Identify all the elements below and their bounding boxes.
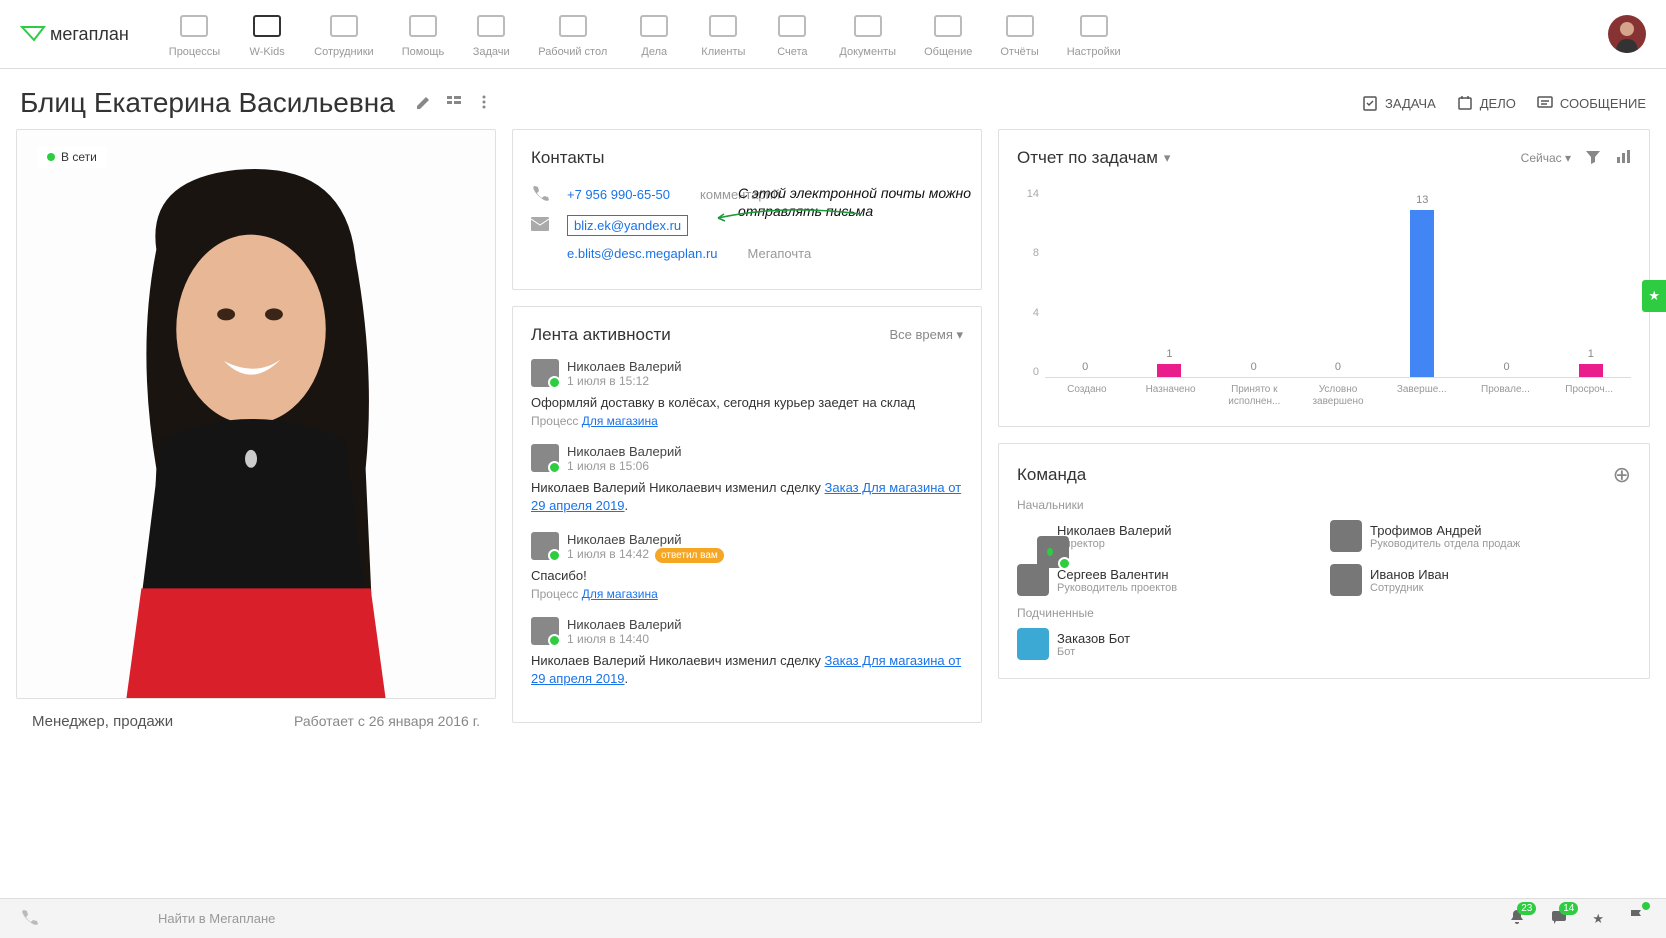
nav-Сотрудники[interactable]: Сотрудники xyxy=(314,10,374,58)
phone-icon[interactable] xyxy=(20,908,38,929)
more-icon[interactable] xyxy=(475,93,493,114)
mail-icon xyxy=(531,217,553,234)
nav-Клиенты[interactable]: Клиенты xyxy=(701,10,745,58)
action-deal[interactable]: ДЕЛО xyxy=(1456,94,1516,112)
team-member[interactable]: Трофимов АндрейРуководитель отдела прода… xyxy=(1330,520,1631,552)
team-section-bosses: Начальники xyxy=(1017,498,1631,512)
contacts-card: Контакты +7 956 990-65-50 комментарий bl… xyxy=(512,129,982,290)
chat-icon[interactable]: 14 xyxy=(1550,908,1568,929)
edit-icon[interactable] xyxy=(415,93,433,114)
bell-icon[interactable]: 23 xyxy=(1508,908,1526,929)
role-row: Менеджер, продажи Работает с 26 января 2… xyxy=(16,699,496,744)
report-period[interactable]: Сейчас ▾ xyxy=(1521,151,1571,165)
team-member[interactable]: Заказов БотБот xyxy=(1017,628,1318,660)
add-member-icon[interactable]: ⊕ xyxy=(1613,462,1631,488)
activity-item: Николаев Валерий1 июля в 15:06Николаев В… xyxy=(531,444,963,515)
nav-Счета[interactable]: Счета xyxy=(773,10,811,58)
nav-Задачи[interactable]: Задачи xyxy=(472,10,510,58)
nav-Дела[interactable]: Дела xyxy=(635,10,673,58)
phone-icon xyxy=(531,184,553,205)
report-title: Отчет по задачам xyxy=(1017,148,1158,168)
flag-icon[interactable] xyxy=(1628,908,1646,929)
email-secondary[interactable]: e.blits@desc.megaplan.ru xyxy=(567,246,718,261)
team-member[interactable]: Николаев ВалерийДиректор xyxy=(1017,520,1318,552)
report-card: Отчет по задачам ▾ Сейчас ▾ 14840 010013… xyxy=(998,129,1650,427)
work-since: Работает с 26 января 2016 г. xyxy=(294,713,480,730)
activity-card: Лента активности Все время ▾ Николаев Ва… xyxy=(512,306,982,723)
avatar[interactable] xyxy=(531,359,559,387)
email2-note: Мегапочта xyxy=(748,246,812,261)
activity-item: Николаев Валерий1 июля в 15:12Оформляй д… xyxy=(531,359,963,428)
feedback-tab[interactable]: ★ xyxy=(1642,280,1666,312)
avatar[interactable] xyxy=(531,532,559,560)
phone-value[interactable]: +7 956 990-65-50 xyxy=(567,187,670,202)
nav-Помощь[interactable]: Помощь xyxy=(402,10,445,58)
activity-filter[interactable]: Все время ▾ xyxy=(890,327,964,343)
avatar[interactable] xyxy=(531,444,559,472)
profile-card: В сети xyxy=(16,129,496,699)
nav-W-Kids[interactable]: W-Kids xyxy=(248,10,286,58)
email-primary[interactable]: bliz.ek@yandex.ru xyxy=(574,218,681,233)
chart-icon[interactable] xyxy=(1615,149,1631,168)
layout-icon[interactable] xyxy=(445,93,463,114)
contacts-title: Контакты xyxy=(531,148,963,168)
nav-Процессы[interactable]: Процессы xyxy=(169,10,220,58)
search-input[interactable]: Найти в Мегаплане xyxy=(158,911,558,926)
nav-Документы[interactable]: Документы xyxy=(839,10,896,58)
team-card: Команда ⊕ Начальники Николаев ВалерийДир… xyxy=(998,443,1650,679)
action-task[interactable]: ЗАДАЧА xyxy=(1361,94,1436,112)
star-icon[interactable]: ★ xyxy=(1592,911,1604,927)
activity-item: Николаев Валерий1 июля в 14:42ответил ва… xyxy=(531,532,963,601)
nav-Рабочий стол[interactable]: Рабочий стол xyxy=(538,10,607,58)
nav-Отчёты[interactable]: Отчёты xyxy=(1000,10,1038,58)
profile-photo xyxy=(17,130,495,698)
logo[interactable]: мегаплан xyxy=(20,24,129,45)
user-avatar[interactable] xyxy=(1608,15,1646,53)
activity-title: Лента активности xyxy=(531,325,671,345)
action-message[interactable]: СООБЩЕНИЕ xyxy=(1536,94,1646,112)
team-section-subs: Подчиненные xyxy=(1017,606,1631,620)
nav-Настройки[interactable]: Настройки xyxy=(1067,10,1121,58)
nav-Общение[interactable]: Общение xyxy=(924,10,972,58)
activity-item: Николаев Валерий1 июля в 14:40Николаев В… xyxy=(531,617,963,688)
team-title: Команда xyxy=(1017,465,1086,485)
top-nav: мегаплан Процессы W-Kids Сотрудники Помощь З… xyxy=(0,0,1666,69)
page-title: Блиц Екатерина Васильевна xyxy=(20,87,395,119)
job-title: Менеджер, продажи xyxy=(32,713,173,730)
filter-icon[interactable] xyxy=(1585,149,1601,168)
online-badge: В сети xyxy=(37,146,107,168)
chevron-down-icon[interactable]: ▾ xyxy=(1164,150,1171,166)
bottom-bar: Найти в Мегаплане 23 14 ★ xyxy=(0,898,1666,938)
task-chart: 14840 01001301 СозданоНазначеноПринято к… xyxy=(1017,188,1631,408)
team-member[interactable]: Иванов ИванСотрудник xyxy=(1330,564,1631,596)
page-header: Блиц Екатерина Васильевна ЗАДАЧА ДЕЛО СО… xyxy=(0,69,1666,129)
avatar[interactable] xyxy=(531,617,559,645)
